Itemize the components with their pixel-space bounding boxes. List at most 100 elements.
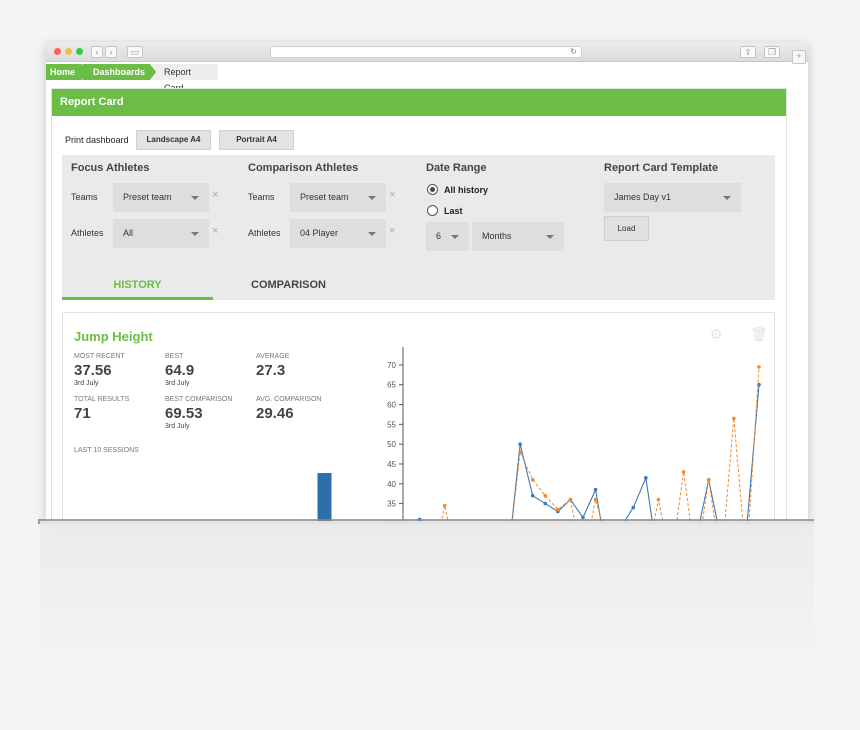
last-unit-value: Months — [482, 231, 512, 241]
best-label: BEST — [165, 353, 184, 360]
y-tick-label: 70 — [387, 361, 396, 370]
data-point[interactable] — [732, 416, 736, 421]
jump-height-card: Jump Height ⚙ 🗑 MOST RECENT 37.56 3rd Ju… — [62, 312, 775, 523]
avg-comparison-label: AVG. COMPARISON — [256, 396, 322, 403]
all-history-radio[interactable] — [427, 184, 438, 195]
data-point[interactable] — [681, 470, 686, 474]
comparison-athletes-label: Athletes — [248, 228, 281, 238]
comparison-athletes-value: 04 Player — [300, 228, 339, 238]
browser-titlebar: ‹ › ▭ ↻ ⇪ ❐ + — [46, 42, 808, 64]
chevron-down-icon — [191, 196, 199, 200]
y-tick-label: 55 — [387, 420, 396, 429]
forward-icon[interactable]: › — [105, 46, 117, 58]
sidebar-toggle-icon[interactable]: ▭ — [127, 46, 143, 58]
close-window-icon[interactable] — [54, 48, 61, 55]
data-point[interactable] — [518, 450, 522, 454]
data-point[interactable] — [556, 507, 560, 512]
report-card-app: Report Card Print dashboard Landscape A4… — [51, 88, 787, 523]
sessions-bar-chart — [317, 473, 332, 523]
template-select[interactable]: James Day v1 — [604, 183, 741, 212]
data-point[interactable] — [631, 505, 636, 510]
chevron-down-icon — [723, 196, 731, 200]
data-point[interactable] — [530, 478, 535, 482]
data-point[interactable] — [543, 493, 548, 498]
comparison-athletes-heading: Comparison Athletes — [248, 162, 359, 174]
y-tick-label: 50 — [387, 440, 396, 449]
best-date: 3rd July — [165, 380, 190, 387]
y-tick-label: 40 — [387, 480, 396, 489]
avg-comparison-value: 29.46 — [256, 405, 294, 422]
last-unit-select[interactable]: Months — [472, 222, 564, 251]
focus-teams-value: Preset team — [123, 192, 172, 202]
data-point[interactable] — [593, 497, 598, 502]
address-bar[interactable]: ↻ — [270, 46, 582, 58]
most-recent-date: 3rd July — [74, 380, 99, 387]
y-tick-label: 65 — [387, 381, 396, 390]
breadcrumb-current: Report Card — [152, 64, 218, 93]
history-line-chart: 25303540455055606570 — [387, 347, 761, 523]
y-tick-label: 45 — [387, 460, 396, 469]
data-point[interactable] — [757, 365, 761, 369]
card-title: Jump Height — [74, 329, 153, 344]
comparison-teams-value: Preset team — [300, 192, 349, 202]
chevron-down-icon — [451, 235, 459, 239]
data-point[interactable] — [518, 442, 522, 446]
load-button[interactable]: Load — [604, 216, 649, 241]
maximize-window-icon[interactable] — [76, 48, 83, 55]
tabs-icon[interactable]: ❐ — [764, 46, 780, 58]
portrait-a4-button[interactable]: Portrait A4 — [219, 130, 294, 150]
clear-focus-teams-icon[interactable]: × — [212, 189, 218, 201]
filters-panel: Focus Athletes Teams Preset team × Athle… — [62, 155, 775, 300]
comparison-teams-label: Teams — [248, 192, 275, 202]
breadcrumb: Report Card Dashboards Home — [46, 64, 808, 93]
comparison-athletes-select[interactable]: 04 Player — [290, 219, 386, 248]
all-history-label: All history — [444, 185, 489, 195]
comparison-teams-select[interactable]: Preset team — [290, 183, 386, 212]
y-tick-label: 35 — [387, 500, 396, 509]
clear-comparison-teams-icon[interactable]: × — [389, 189, 395, 201]
most-recent-label: MOST RECENT — [74, 353, 125, 360]
most-recent-value: 37.56 — [74, 362, 112, 379]
gear-icon[interactable]: ⚙ — [710, 326, 723, 343]
y-tick-label: 60 — [387, 401, 396, 410]
clear-focus-athletes-icon[interactable]: × — [212, 225, 218, 237]
last-number-select[interactable]: 6 — [426, 222, 469, 251]
page-title: Report Card — [52, 89, 786, 116]
landscape-a4-button[interactable]: Landscape A4 — [136, 130, 211, 150]
chevron-down-icon — [546, 235, 554, 239]
data-point[interactable] — [442, 503, 447, 508]
clear-comparison-athletes-icon[interactable]: × — [389, 225, 395, 237]
report-card-template-heading: Report Card Template — [604, 162, 719, 174]
breadcrumb-dashboards[interactable]: Dashboards — [83, 64, 156, 80]
reload-icon[interactable]: ↻ — [570, 47, 577, 57]
session-bar — [317, 473, 332, 523]
focus-athletes-value: All — [123, 228, 134, 238]
last-radio[interactable] — [427, 205, 438, 216]
last-label: Last — [444, 206, 463, 216]
last-number-value: 6 — [436, 231, 442, 241]
breadcrumb-home[interactable]: Home — [46, 64, 88, 80]
data-point[interactable] — [568, 497, 573, 502]
data-point[interactable] — [644, 476, 648, 480]
data-point[interactable] — [656, 497, 661, 502]
total-results-value: 71 — [74, 405, 91, 422]
share-icon[interactable]: ⇪ — [740, 46, 756, 58]
focus-teams-select[interactable]: Preset team — [113, 183, 209, 212]
data-point[interactable] — [530, 493, 535, 498]
trash-icon[interactable]: 🗑 — [750, 326, 768, 343]
best-value: 64.9 — [165, 362, 195, 379]
best-comparison-date: 3rd July — [165, 423, 190, 430]
data-point[interactable] — [543, 501, 548, 506]
tab-history[interactable]: HISTORY — [62, 270, 213, 300]
best-comparison-label: BEST COMPARISON — [165, 396, 233, 403]
new-tab-icon[interactable]: + — [792, 50, 806, 64]
focus-athletes-select[interactable]: All — [113, 219, 209, 248]
print-dashboard-label: Print dashboard — [65, 135, 129, 145]
minimize-window-icon[interactable] — [65, 48, 72, 55]
tab-comparison[interactable]: COMPARISON — [213, 270, 364, 300]
data-point[interactable] — [593, 487, 598, 492]
back-icon[interactable]: ‹ — [91, 46, 103, 58]
data-point[interactable] — [706, 478, 711, 482]
total-results-label: TOTAL RESULTS — [74, 396, 130, 403]
average-label: AVERAGE — [256, 353, 290, 360]
